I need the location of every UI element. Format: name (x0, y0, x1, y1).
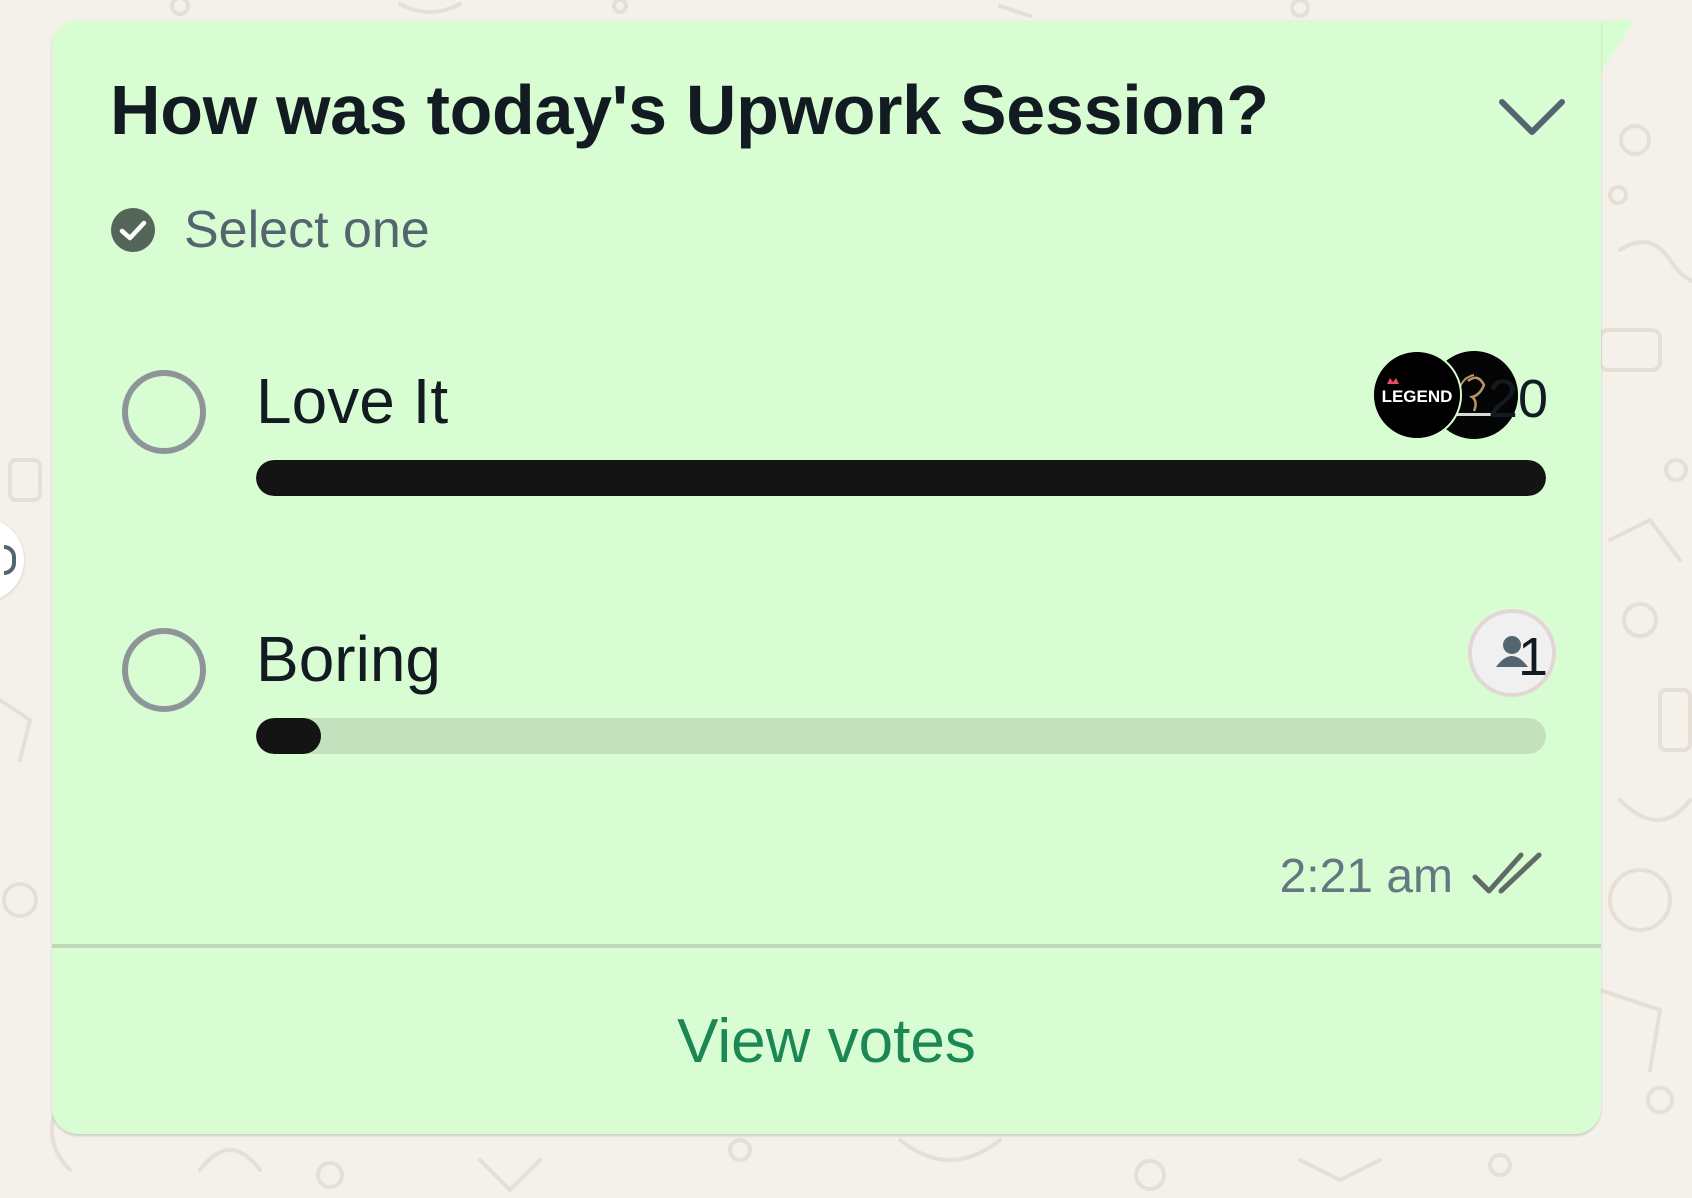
vote-bar-fill (256, 460, 1546, 496)
option-label: Boring (256, 623, 441, 695)
poll-instruction: Select one (110, 200, 430, 260)
poll-message-bubble: How was today's Upwork Session? Select o… (52, 20, 1601, 1134)
option-vote-count: 20 (1487, 369, 1548, 429)
vote-bar-track (256, 460, 1546, 496)
option-radio[interactable] (122, 628, 206, 712)
option-radio[interactable] (122, 370, 206, 454)
view-votes-button[interactable]: View votes (52, 948, 1601, 1134)
option-label: Love It (256, 365, 449, 437)
avatar-text: LEGEND (1382, 387, 1453, 406)
message-menu-button[interactable] (1492, 80, 1572, 160)
legend-logo-avatar: LEGEND (1372, 350, 1462, 440)
poll-option-love-it[interactable]: Love It LEGEND 20 (110, 340, 1548, 520)
select-one-label: Select one (184, 201, 430, 259)
option-vote-count: 1 (1517, 627, 1548, 687)
message-time: 2:21 am (1279, 849, 1453, 903)
arrow-icon (4, 545, 16, 575)
message-meta: 2:21 am (1280, 846, 1545, 906)
poll-option-boring[interactable]: Boring 1 (110, 598, 1556, 778)
poll-question: How was today's Upwork Session? (110, 71, 1269, 149)
vote-bar-fill (256, 718, 321, 754)
check-circle-icon (111, 208, 155, 252)
vote-bar-track (256, 718, 1546, 754)
bubble-tail (1598, 20, 1632, 76)
double-check-icon (1472, 852, 1542, 894)
chevron-down-icon (1499, 99, 1565, 135)
